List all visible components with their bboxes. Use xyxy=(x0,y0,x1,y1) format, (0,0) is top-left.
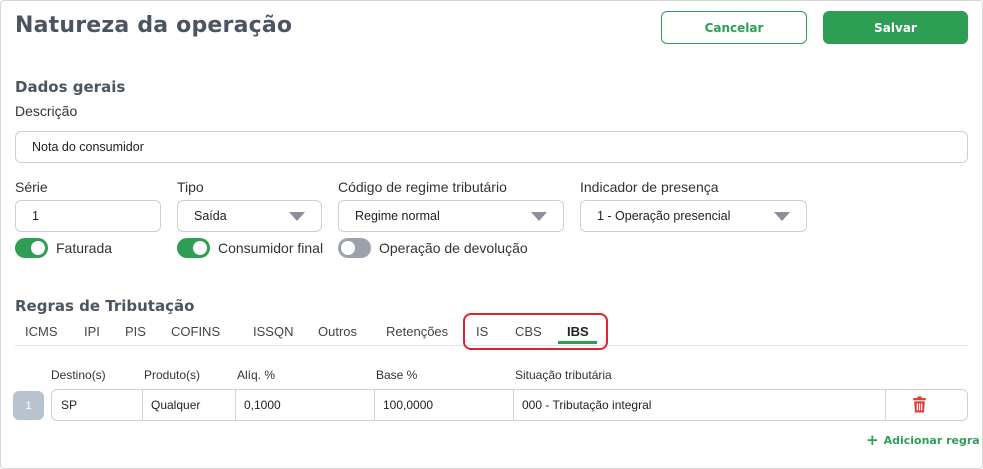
row-index: 1 xyxy=(13,391,44,420)
type-select[interactable]: Saída xyxy=(177,200,322,232)
base-cell[interactable]: 100,0000 xyxy=(383,390,513,420)
regime-select[interactable]: Regime normal xyxy=(338,200,564,232)
series-input[interactable]: 1 xyxy=(15,200,161,232)
toggle-return-operation[interactable]: Operação de devolução xyxy=(338,238,528,258)
toggle-final-consumer[interactable]: Consumidor final xyxy=(177,238,323,258)
tab-issqn[interactable]: ISSQN xyxy=(253,324,293,339)
return-operation-switch[interactable] xyxy=(338,238,371,258)
trash-icon[interactable] xyxy=(911,396,928,413)
tab-ipi[interactable]: IPI xyxy=(84,324,100,339)
cell-divider xyxy=(513,390,514,420)
regime-label: Código de regime tributário xyxy=(338,179,507,195)
type-label: Tipo xyxy=(177,179,204,195)
column-product: Produto(s) xyxy=(144,368,201,382)
presence-value: 1 - Operação presencial xyxy=(597,209,731,223)
tab-outros[interactable]: Outros xyxy=(318,324,357,339)
final-consumer-label: Consumidor final xyxy=(218,240,324,256)
column-rate: Alíq. % xyxy=(237,368,276,382)
cell-divider xyxy=(142,390,143,420)
presence-label: Indicador de presença xyxy=(580,179,719,195)
chevron-down-icon xyxy=(774,212,790,221)
cell-divider xyxy=(374,390,375,420)
type-value: Saída xyxy=(194,209,227,223)
table-row: SP Qualquer 0,1000 100,0000 000 - Tribut… xyxy=(51,389,968,421)
general-section-title: Dados gerais xyxy=(15,78,126,96)
save-button[interactable]: Salvar xyxy=(823,11,968,44)
rate-cell[interactable]: 0,1000 xyxy=(244,390,374,420)
tab-pis[interactable]: PIS xyxy=(125,324,146,339)
presence-select[interactable]: 1 - Operação presencial xyxy=(580,200,807,232)
description-input[interactable]: Nota do consumidor xyxy=(15,131,968,163)
final-consumer-switch[interactable] xyxy=(177,238,210,258)
product-cell[interactable]: Qualquer xyxy=(151,390,235,420)
cell-divider xyxy=(885,390,886,420)
chevron-down-icon xyxy=(531,212,547,221)
series-value: 1 xyxy=(32,209,39,223)
taxation-section-title: Regras de Tributação xyxy=(15,297,195,315)
tab-cofins[interactable]: COFINS xyxy=(171,324,220,339)
invoiced-label: Faturada xyxy=(56,240,113,256)
add-rule-label: Adicionar regra xyxy=(883,434,980,447)
plus-icon: + xyxy=(866,431,879,449)
cancel-button[interactable]: Cancelar xyxy=(661,11,807,44)
chevron-down-icon xyxy=(289,212,305,221)
column-situation: Situação tributária xyxy=(515,368,612,382)
toggle-invoiced[interactable]: Faturada xyxy=(15,238,112,258)
tabs-highlight-box xyxy=(463,313,608,350)
return-operation-label: Operação de devolução xyxy=(379,240,528,256)
destination-cell[interactable]: SP xyxy=(61,390,141,420)
description-label: Descrição xyxy=(15,103,78,119)
page-title: Natureza da operação xyxy=(15,13,293,38)
regime-value: Regime normal xyxy=(355,209,440,223)
situation-cell[interactable]: 000 - Tributação integral xyxy=(522,390,882,420)
invoiced-switch[interactable] xyxy=(15,238,48,258)
description-value: Nota do consumidor xyxy=(32,140,144,154)
operation-nature-panel: Natureza da operação Cancelar Salvar Dad… xyxy=(0,0,983,469)
series-label: Série xyxy=(15,179,48,195)
cell-divider xyxy=(235,390,236,420)
tab-retencoes[interactable]: Retenções xyxy=(386,324,448,339)
tab-icms[interactable]: ICMS xyxy=(25,324,58,339)
column-base: Base % xyxy=(376,368,418,382)
add-rule-button[interactable]: + Adicionar regra xyxy=(866,433,980,448)
column-destination: Destino(s) xyxy=(51,368,106,382)
